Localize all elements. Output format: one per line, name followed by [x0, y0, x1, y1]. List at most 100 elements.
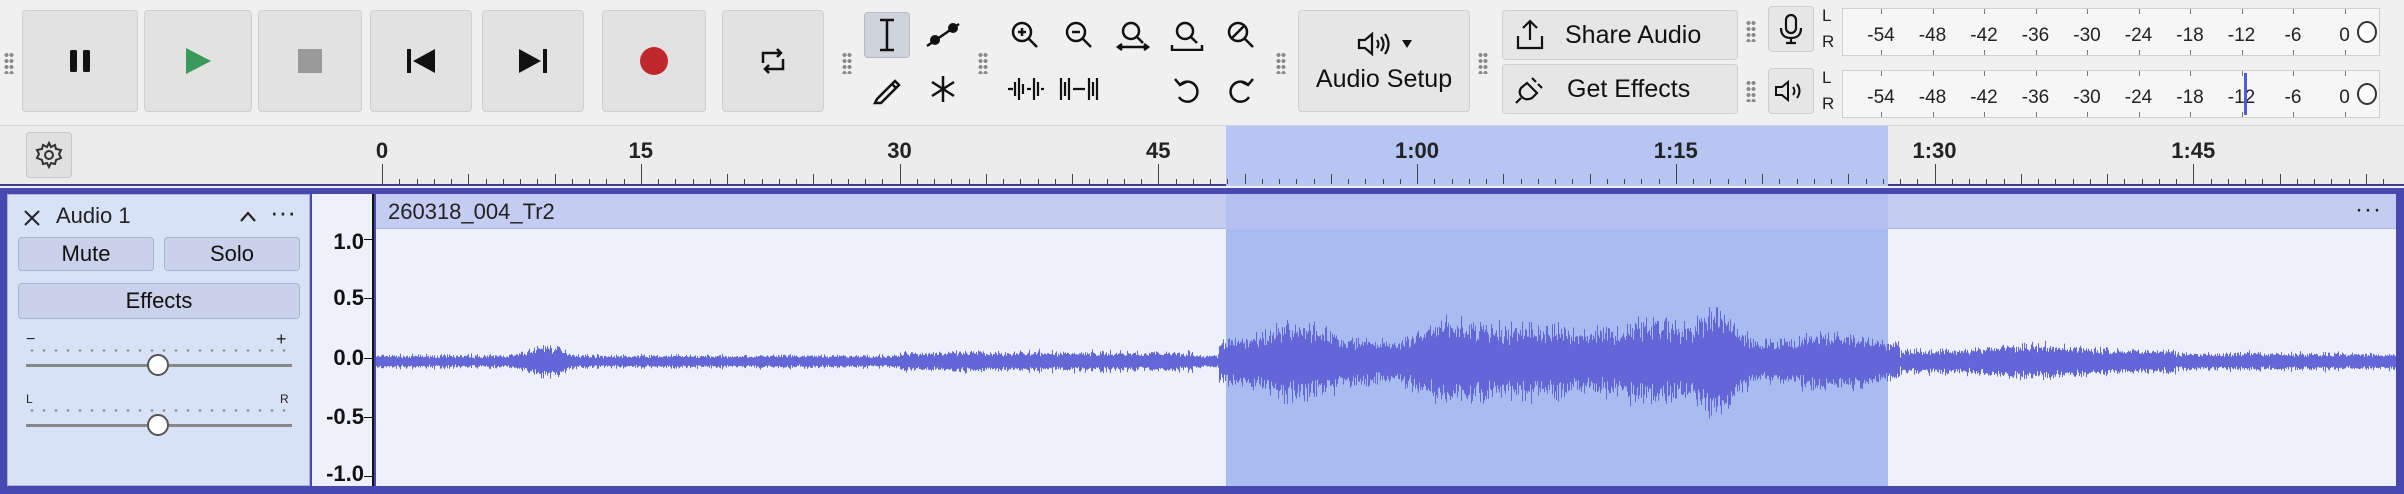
meter-level-knob[interactable]	[2357, 83, 2377, 105]
get-effects-button[interactable]: Get Effects	[1502, 64, 1738, 114]
audio-setup-grip[interactable]	[1276, 52, 1286, 74]
undo-button[interactable]	[1164, 66, 1210, 112]
meter-tick	[1932, 9, 1934, 14]
timeline-ruler[interactable]: 0 15 30 45 1:00 1:15 1:30 1:45	[0, 126, 2404, 186]
meter-grip-record[interactable]	[1746, 20, 1756, 42]
share-grip[interactable]	[1478, 52, 1488, 74]
zoom-out-button[interactable]	[1056, 12, 1102, 58]
ruler-tick	[1296, 179, 1298, 184]
zoom-toggle-button[interactable]	[1218, 12, 1264, 58]
skip-start-button[interactable]	[370, 10, 472, 112]
meter-tick	[1984, 50, 1985, 55]
track-control-panel[interactable]: Audio 1 ··· Mute Solo Effects − + L R	[7, 194, 310, 486]
audio-clip[interactable]: 260318_004_Tr2 ···	[376, 194, 2396, 486]
trim-outside-button[interactable]	[1002, 66, 1048, 112]
ruler-tick	[709, 179, 711, 184]
ruler-tick	[1382, 179, 1384, 184]
meter-tick-label: -36	[2021, 87, 2050, 108]
meter-tick	[2241, 71, 2243, 76]
meter-level-knob[interactable]	[2357, 21, 2377, 43]
zoom-in-icon	[1011, 21, 1038, 48]
waveform[interactable]	[376, 229, 2396, 486]
loop-button[interactable]	[722, 10, 824, 112]
meter-tick	[2241, 9, 2243, 14]
envelope-tool-button[interactable]	[920, 12, 966, 58]
meter-tick	[2087, 9, 2088, 14]
share-audio-button[interactable]: Share Audio	[1502, 10, 1738, 60]
ruler-tick	[1606, 179, 1608, 184]
ruler-tick	[1348, 179, 1349, 184]
multi-tool-button[interactable]	[920, 66, 966, 112]
meter-tick	[2035, 50, 2037, 55]
ruler-tick	[658, 179, 659, 184]
plug-icon	[1515, 77, 1543, 104]
meter-tick	[2293, 50, 2294, 55]
effects-button[interactable]: Effects	[18, 283, 300, 319]
collapse-icon[interactable]	[238, 209, 258, 223]
transport-grip[interactable]	[4, 52, 14, 74]
track-name[interactable]: Audio 1	[56, 203, 131, 229]
audio-setup-button[interactable]: Audio Setup	[1298, 10, 1470, 112]
amplitude-ruler[interactable]: 1.0 0.5 0.0 -0.5 -1.0	[312, 194, 374, 486]
pause-button[interactable]	[22, 10, 138, 112]
asterisk-icon	[931, 76, 955, 102]
ruler-tick	[1934, 164, 1936, 184]
pan-slider-knob[interactable]	[147, 414, 169, 436]
tools-grip[interactable]	[842, 52, 852, 74]
meter-tick	[2190, 112, 2191, 117]
skip-end-button[interactable]	[482, 10, 584, 112]
draw-tool-button[interactable]	[864, 66, 910, 112]
ruler-tick	[1417, 164, 1418, 184]
ruler-tick	[2055, 179, 2057, 184]
clip-menu-button[interactable]: ···	[2355, 196, 2382, 224]
ruler-tick	[1969, 179, 1970, 184]
ruler-tick	[744, 179, 746, 184]
ruler-tick	[1365, 179, 1367, 184]
ruler-tick	[968, 179, 970, 184]
playback-meter-button[interactable]	[1768, 68, 1814, 114]
gain-slider-knob[interactable]	[147, 354, 169, 376]
zoom-grip[interactable]	[978, 52, 988, 74]
ruler-selection[interactable]	[1225, 126, 1888, 186]
fit-selection-icon	[1115, 21, 1151, 51]
mute-button[interactable]: Mute	[18, 237, 154, 271]
redo-button[interactable]	[1218, 66, 1264, 112]
record-button[interactable]	[602, 10, 706, 112]
ruler-tick	[416, 179, 418, 184]
solo-button[interactable]: Solo	[164, 237, 300, 271]
ruler-tick	[502, 179, 504, 184]
track-menu-button[interactable]: ···	[270, 197, 296, 228]
meter-tick	[2138, 50, 2140, 55]
ruler-tick	[2003, 179, 2005, 184]
playback-meter[interactable]: L R -54 -48 -42 -36 -30 -24 -18 -12 -6 0	[1822, 66, 2382, 122]
silence-button[interactable]	[1056, 66, 1102, 112]
meter-tick	[2138, 71, 2140, 76]
pencil-icon	[872, 79, 901, 105]
ruler-tick	[882, 179, 884, 184]
gain-scale	[26, 349, 292, 352]
play-button[interactable]	[144, 10, 252, 112]
ruler-tick	[1572, 179, 1574, 184]
clip-title[interactable]: 260318_004_Tr2	[388, 199, 555, 225]
record-meter-button[interactable]	[1768, 6, 1814, 52]
clip-header[interactable]: 260318_004_Tr2 ···	[376, 194, 2396, 229]
fit-project-button[interactable]	[1164, 12, 1210, 58]
close-icon[interactable]	[22, 208, 42, 228]
recording-meter[interactable]: L R -54 -48 -42 -36 -30 -24 -18 -12 -6 0	[1822, 4, 2382, 60]
stop-button[interactable]	[258, 10, 362, 112]
ruler-tick	[1813, 179, 1815, 184]
meter-tick	[1881, 112, 1882, 117]
ruler-tick	[1330, 174, 1332, 184]
ruler-tick	[1900, 179, 1901, 184]
ruler-tick	[1175, 179, 1177, 184]
pan-right-label: R	[280, 392, 289, 406]
selection-tool-button[interactable]	[864, 12, 910, 58]
meter-tick	[2293, 71, 2294, 76]
zoom-in-button[interactable]	[1002, 12, 1048, 58]
ruler-tick	[1503, 174, 1505, 184]
ruler-tick	[554, 174, 556, 184]
meter-grip-play[interactable]	[1746, 80, 1756, 102]
timeline-settings-button[interactable]	[26, 132, 72, 178]
trim-icon	[1008, 78, 1044, 100]
fit-selection-button[interactable]	[1110, 12, 1156, 58]
